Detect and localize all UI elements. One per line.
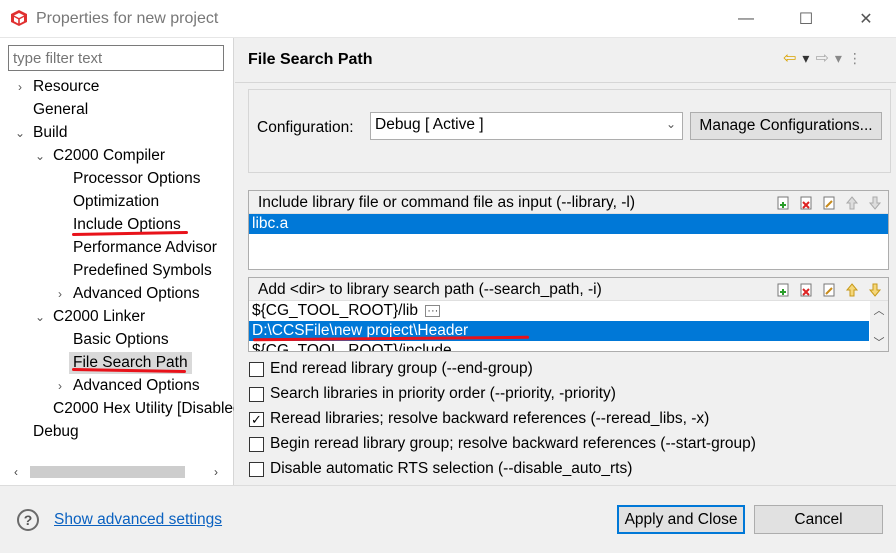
option-label: Reread libraries; resolve backward refer… bbox=[270, 410, 710, 427]
move-down-icon[interactable] bbox=[866, 281, 884, 298]
property-tree: › Resource General ⌄ Build ⌄ C2000 Compi… bbox=[0, 76, 234, 458]
forward-arrow-icon[interactable]: ⇨ bbox=[815, 48, 828, 68]
search-path-list-title: Add <dir> to library search path (--sear… bbox=[258, 281, 602, 298]
back-arrow-icon[interactable]: ⇦ bbox=[783, 48, 796, 68]
configuration-value: Debug [ Active ] bbox=[375, 116, 484, 133]
chevron-down-icon[interactable]: ⌄ bbox=[14, 122, 26, 144]
filter-input[interactable] bbox=[8, 45, 224, 71]
show-advanced-settings-link[interactable]: Show advanced settings bbox=[54, 511, 222, 529]
edit-icon[interactable] bbox=[820, 194, 838, 211]
chevron-down-icon: ⌄ bbox=[665, 117, 676, 131]
page-navigation: ⇦ ▾ ⇨ ▾ ⋮ bbox=[783, 48, 862, 68]
close-icon: ✕ bbox=[859, 11, 873, 28]
chevron-down-icon[interactable]: ⌄ bbox=[34, 145, 46, 167]
maximize-icon: ☐ bbox=[798, 11, 814, 28]
delete-icon[interactable] bbox=[797, 194, 815, 211]
search-path-item[interactable]: ${CG_TOOL_ROOT}/lib ··· bbox=[249, 301, 869, 321]
tree-item-build[interactable]: Build bbox=[33, 122, 67, 144]
view-menu-icon[interactable]: ⋮ bbox=[848, 50, 862, 67]
search-path-list-header: Add <dir> to library search path (--sear… bbox=[249, 278, 888, 301]
option-end-group[interactable]: End reread library group (--end-group) bbox=[249, 358, 533, 380]
maximize-button[interactable]: ☐ bbox=[776, 0, 836, 38]
manage-configurations-button[interactable]: Manage Configurations... bbox=[690, 112, 882, 140]
header-separator bbox=[235, 82, 896, 83]
option-label: Begin reread library group; resolve back… bbox=[270, 435, 756, 452]
scroll-up-icon[interactable]: ︿ bbox=[870, 303, 888, 319]
option-reread-libs[interactable]: ✓ Reread libraries; resolve backward ref… bbox=[249, 408, 709, 430]
option-disable-auto-rts[interactable]: Disable automatic RTS selection (--disab… bbox=[249, 458, 632, 480]
search-path-scrollbar[interactable]: ︿ ﹀ bbox=[870, 301, 888, 351]
option-priority[interactable]: Search libraries in priority order (--pr… bbox=[249, 383, 616, 405]
title-bar: Properties for new project — ☐ ✕ bbox=[0, 0, 896, 38]
tree-item-c2000-compiler[interactable]: C2000 Compiler bbox=[53, 145, 165, 167]
more-icon[interactable]: ··· bbox=[425, 304, 441, 317]
scrollbar-thumb[interactable] bbox=[30, 466, 185, 478]
tree-item-linker-advanced-options[interactable]: Advanced Options bbox=[73, 375, 200, 397]
option-start-group[interactable]: Begin reread library group; resolve back… bbox=[249, 433, 756, 455]
checkbox[interactable] bbox=[249, 461, 264, 477]
tree-item-c2000-linker[interactable]: C2000 Linker bbox=[53, 306, 145, 328]
move-down-icon[interactable] bbox=[866, 194, 884, 211]
option-label: End reread library group (--end-group) bbox=[270, 360, 533, 377]
library-list-panel: Include library file or command file as … bbox=[248, 190, 889, 270]
navigation-pane: › Resource General ⌄ Build ⌄ C2000 Compi… bbox=[0, 38, 234, 485]
chevron-right-icon[interactable]: › bbox=[54, 283, 66, 305]
scroll-down-icon[interactable]: ﹀ bbox=[870, 335, 888, 351]
chevron-right-icon[interactable]: › bbox=[54, 375, 66, 397]
move-up-icon[interactable] bbox=[843, 281, 861, 298]
tree-item-processor-options[interactable]: Processor Options bbox=[73, 168, 201, 190]
edit-icon[interactable] bbox=[820, 281, 838, 298]
minimize-icon: — bbox=[738, 10, 754, 27]
configuration-group: Configuration: Debug [ Active ] ⌄ Manage… bbox=[248, 89, 891, 173]
help-icon[interactable]: ? bbox=[17, 509, 39, 531]
delete-icon[interactable] bbox=[797, 281, 815, 298]
library-list-title: Include library file or command file as … bbox=[258, 194, 635, 211]
cancel-button[interactable]: Cancel bbox=[754, 505, 883, 534]
configuration-select[interactable]: Debug [ Active ] ⌄ bbox=[370, 112, 683, 140]
minimize-button[interactable]: — bbox=[716, 0, 776, 38]
add-icon[interactable] bbox=[774, 281, 792, 298]
search-path-value: ${CG_TOOL_ROOT}/lib bbox=[252, 302, 418, 319]
search-path-item[interactable]: ${CG_TOOL_ROOT}/include bbox=[249, 341, 869, 351]
add-icon[interactable] bbox=[774, 194, 792, 211]
dialog-footer: ? Show advanced settings Apply and Close… bbox=[0, 485, 896, 553]
checkbox[interactable] bbox=[249, 361, 264, 377]
forward-menu-icon[interactable]: ▾ bbox=[835, 50, 842, 67]
library-list-toolbar bbox=[774, 194, 884, 211]
library-list-header: Include library file or command file as … bbox=[249, 191, 888, 214]
property-page: File Search Path ⇦ ▾ ⇨ ▾ ⋮ Configuration… bbox=[235, 38, 896, 485]
checkbox-checked[interactable]: ✓ bbox=[249, 411, 264, 427]
back-menu-icon[interactable]: ▾ bbox=[802, 50, 809, 67]
tree-item-compiler-advanced-options[interactable]: Advanced Options bbox=[73, 283, 200, 305]
search-path-list-toolbar bbox=[774, 281, 884, 298]
tree-item-optimization[interactable]: Optimization bbox=[73, 191, 159, 213]
tree-item-debug[interactable]: Debug bbox=[33, 421, 79, 443]
tree-item-basic-options[interactable]: Basic Options bbox=[73, 329, 169, 351]
move-up-icon[interactable] bbox=[843, 194, 861, 211]
chevron-down-icon[interactable]: ⌄ bbox=[34, 306, 46, 328]
checkbox[interactable] bbox=[249, 386, 264, 402]
apply-and-close-button[interactable]: Apply and Close bbox=[617, 505, 745, 534]
checkmark-icon: ✓ bbox=[251, 411, 262, 427]
chevron-right-icon[interactable]: › bbox=[14, 76, 26, 98]
tree-item-c2000-hex-utility[interactable]: C2000 Hex Utility [Disabled] bbox=[53, 398, 234, 420]
tree-item-performance-advisor[interactable]: Performance Advisor bbox=[73, 237, 217, 259]
library-list-item[interactable]: libc.a bbox=[249, 214, 888, 234]
checkbox[interactable] bbox=[249, 436, 264, 452]
gear-cube-icon bbox=[11, 10, 27, 26]
window-title: Properties for new project bbox=[36, 10, 219, 27]
page-title: File Search Path bbox=[248, 51, 373, 68]
tree-item-predefined-symbols[interactable]: Predefined Symbols bbox=[73, 260, 212, 282]
close-button[interactable]: ✕ bbox=[836, 0, 896, 38]
tree-item-general[interactable]: General bbox=[33, 99, 88, 121]
scroll-left-icon[interactable]: ‹ bbox=[8, 464, 24, 480]
search-path-list-panel: Add <dir> to library search path (--sear… bbox=[248, 277, 889, 352]
scroll-right-icon[interactable]: › bbox=[208, 464, 224, 480]
option-label: Search libraries in priority order (--pr… bbox=[270, 385, 616, 402]
tree-item-resource[interactable]: Resource bbox=[33, 76, 99, 98]
configuration-label: Configuration: bbox=[257, 119, 354, 136]
tree-horizontal-scrollbar[interactable]: ‹ › bbox=[8, 464, 226, 480]
option-label: Disable automatic RTS selection (--disab… bbox=[270, 460, 633, 477]
